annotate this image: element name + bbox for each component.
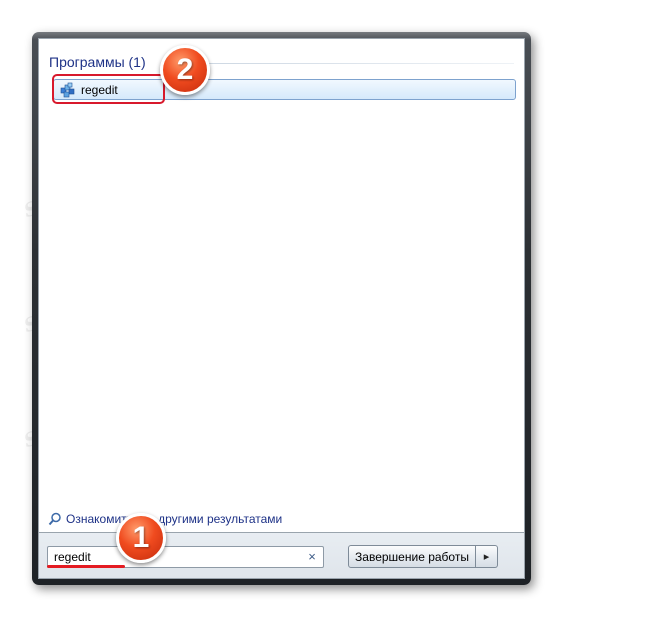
annotation-badge-2: 2 [160,45,210,95]
shutdown-button-group: Завершение работы ▸ [348,545,498,568]
shutdown-options-button[interactable]: ▸ [476,545,498,568]
see-more-results-link[interactable]: Ознакомиться с другими результатами [48,512,282,526]
shutdown-button[interactable]: Завершение работы [348,545,476,568]
annotation-underline [47,565,125,568]
chevron-right-icon: ▸ [483,551,490,563]
section-divider [162,63,514,64]
close-icon[interactable]: × [305,550,319,564]
search-results-panel [38,38,525,533]
search-icon [48,512,61,526]
see-more-label: Ознакомиться с другими результатами [66,512,283,526]
search-input[interactable] [54,550,284,564]
section-title-programs: Программы (1) [49,54,146,70]
annotation-badge-1: 1 [116,513,166,563]
annotation-highlight-box [52,74,165,104]
